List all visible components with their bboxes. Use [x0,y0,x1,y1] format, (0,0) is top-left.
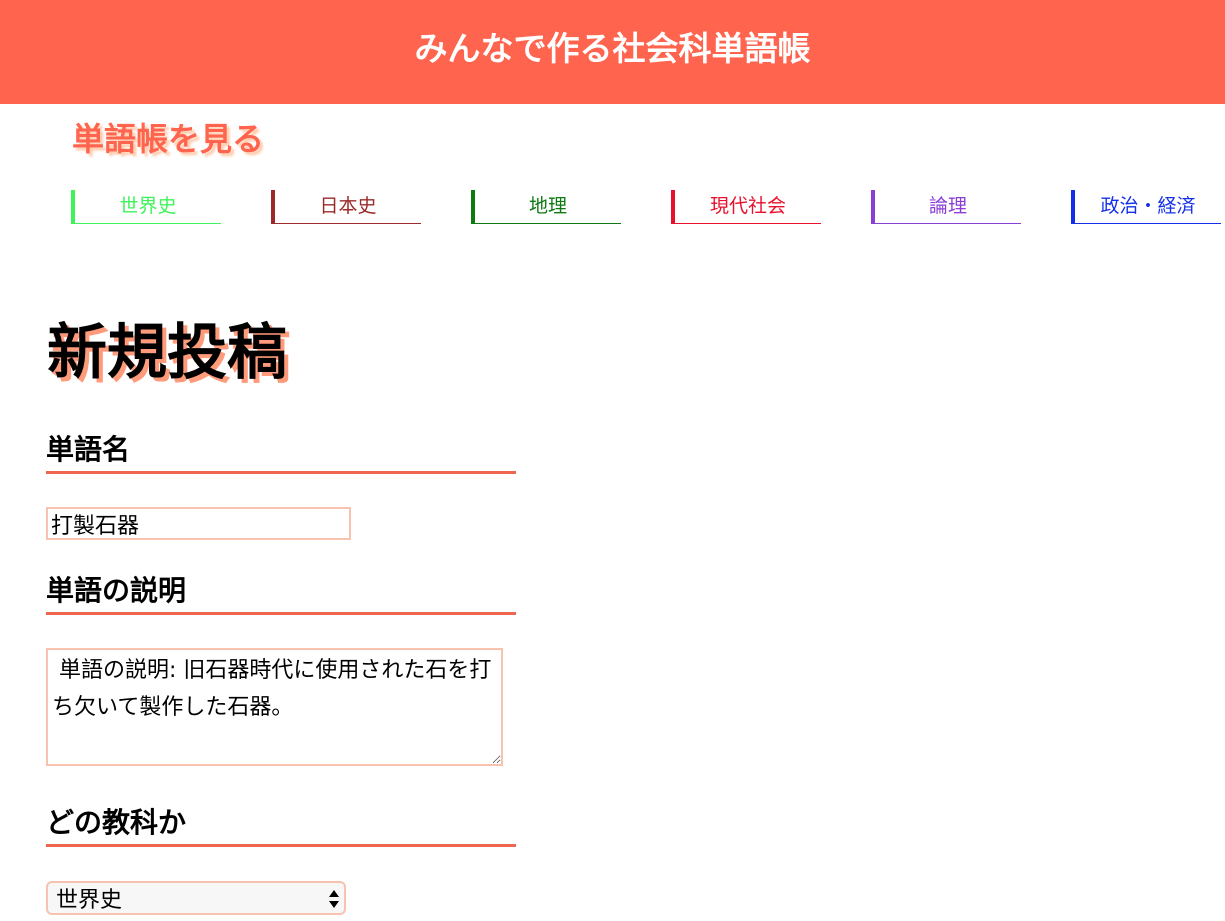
word-description-textarea[interactable]: 単語の説明: 旧石器時代に使用された石を打ち欠いて製作した石器。 [46,648,503,766]
word-name-input[interactable] [46,507,351,540]
subject-tab-world-history[interactable]: 世界史 [71,190,221,224]
subject-tab-japanese-history[interactable]: 日本史 [271,190,421,224]
site-title: みんなで作る社会科単語帳 [414,29,811,68]
subject-tab-ethics[interactable]: 論理 [871,190,1021,224]
view-wordbook-link[interactable]: 単語帳を見る [72,114,264,160]
page-title: 新規投稿 [47,318,287,388]
word-name-label: 単語名 [46,432,516,474]
subject-select-label: どの教科か [46,805,516,847]
select-arrows-icon [329,890,339,908]
site-header: みんなで作る社会科単語帳 [0,0,1225,104]
subject-select[interactable]: 世界史 [46,881,346,915]
word-description-label: 単語の説明 [46,573,516,615]
subject-tab-politics-economics[interactable]: 政治・経済 [1071,190,1221,224]
subject-tab-contemporary-society[interactable]: 現代社会 [671,190,821,224]
subject-tab-geography[interactable]: 地理 [471,190,621,224]
subject-select-value: 世界史 [56,888,123,913]
